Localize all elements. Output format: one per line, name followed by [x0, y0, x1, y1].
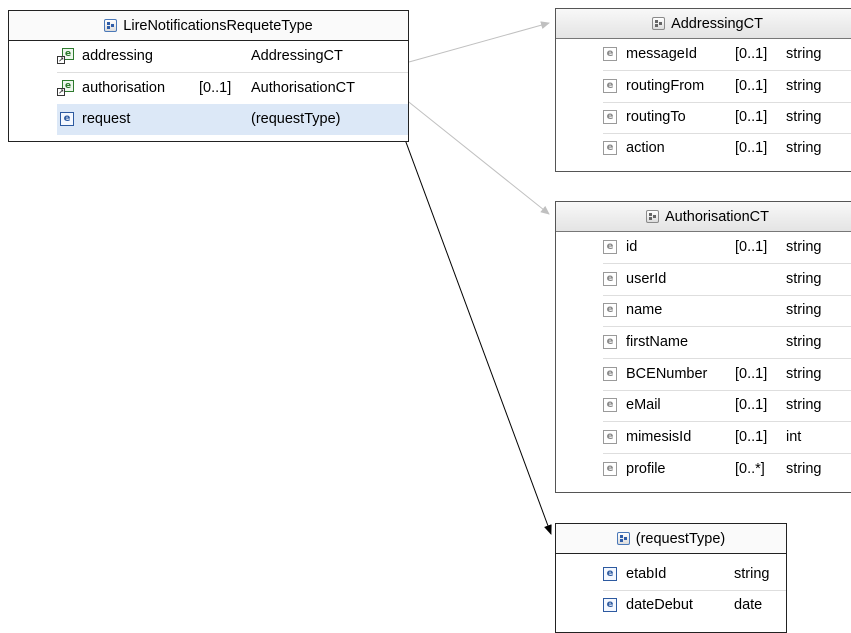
- element-name: name: [626, 302, 663, 318]
- element-name: BCENumber: [626, 366, 708, 382]
- complex-type-icon: [104, 19, 118, 32]
- type-title: (requestType): [635, 530, 726, 547]
- element-name: request: [82, 111, 131, 127]
- element-row-id[interactable]: e id [0..1] string: [603, 232, 851, 264]
- element-type: string: [786, 109, 822, 125]
- connector-addressing: [408, 21, 550, 63]
- element-occurrence: [0..1]: [735, 366, 768, 382]
- element-type: string: [786, 334, 822, 350]
- element-name: messageId: [626, 46, 697, 62]
- element-reference-icon: e ↗: [57, 80, 74, 97]
- element-icon: e: [603, 141, 617, 155]
- element-icon: e: [603, 567, 617, 581]
- element-type: string: [734, 566, 770, 582]
- type-header[interactable]: AuthorisationCT: [556, 202, 851, 232]
- element-icon: e: [603, 272, 617, 286]
- element-type: string: [786, 239, 822, 255]
- element-name: etabId: [626, 566, 667, 582]
- element-name: routingFrom: [626, 78, 705, 94]
- element-name: profile: [626, 461, 666, 477]
- element-occurrence: [0..1]: [735, 239, 768, 255]
- element-name: eMail: [626, 397, 661, 413]
- element-type: string: [786, 78, 822, 94]
- element-row-bcenumber[interactable]: e BCENumber [0..1] string: [603, 359, 851, 391]
- element-row-mimesisid[interactable]: e mimesisId [0..1] int: [603, 422, 851, 454]
- element-name: action: [626, 140, 665, 156]
- element-icon: e: [603, 398, 617, 412]
- element-name: mimesisId: [626, 429, 692, 445]
- element-name: addressing: [82, 48, 153, 64]
- complex-type-icon: [616, 532, 630, 545]
- element-occurrence: [0..1]: [735, 429, 768, 445]
- element-icon: e: [60, 112, 74, 126]
- lire-notifications-requete-type-box[interactable]: LireNotificationsRequeteType e ↗ addressi…: [8, 10, 409, 142]
- type-title: LireNotificationsRequeteType: [123, 17, 313, 34]
- element-row-action[interactable]: e action [0..1] string: [603, 133, 851, 164]
- addressing-ct-box[interactable]: AddressingCT e messageId [0..1] string e…: [555, 8, 851, 172]
- element-type: AuthorisationCT: [251, 80, 355, 96]
- authorisation-ct-box[interactable]: AuthorisationCT e id [0..1] string e use…: [555, 201, 851, 493]
- element-row-routingfrom[interactable]: e routingFrom [0..1] string: [603, 71, 851, 103]
- type-title: AuthorisationCT: [665, 208, 769, 225]
- element-row-addressing[interactable]: e ↗ addressing AddressingCT: [57, 41, 408, 73]
- element-type: string: [786, 461, 822, 477]
- element-row-messageid[interactable]: e messageId [0..1] string: [603, 39, 851, 71]
- element-type: string: [786, 271, 822, 287]
- element-row-authorisation[interactable]: e ↗ authorisation [0..1] AuthorisationCT: [57, 73, 408, 105]
- element-type: date: [734, 597, 763, 613]
- element-icon: e: [603, 335, 617, 349]
- element-type: int: [786, 429, 802, 445]
- element-icon: e: [603, 430, 617, 444]
- element-occurrence: [0..*]: [735, 461, 765, 477]
- element-icon: e: [603, 110, 617, 124]
- element-row-routingto[interactable]: e routingTo [0..1] string: [603, 102, 851, 134]
- complex-type-icon: [652, 17, 666, 30]
- element-occurrence: [0..1]: [735, 78, 768, 94]
- element-type: string: [786, 397, 822, 413]
- element-occurrence: [0..1]: [199, 80, 232, 96]
- element-type: string: [786, 366, 822, 382]
- element-name: authorisation: [82, 80, 166, 96]
- element-occurrence: [0..1]: [735, 140, 768, 156]
- element-occurrence: [0..1]: [735, 397, 768, 413]
- element-row-firstname[interactable]: e firstName string: [603, 327, 851, 359]
- element-row-datedebut[interactable]: e dateDebut date: [603, 590, 786, 621]
- element-row-userid[interactable]: e userId string: [603, 264, 851, 296]
- element-row-etabid[interactable]: e etabId string: [603, 559, 786, 591]
- element-icon: e: [603, 598, 617, 612]
- element-row-name[interactable]: e name string: [603, 295, 851, 327]
- element-name: firstName: [626, 334, 689, 350]
- type-header[interactable]: (requestType): [556, 524, 786, 554]
- element-type: (requestType): [251, 111, 341, 127]
- element-type: string: [786, 302, 822, 318]
- element-icon: e: [603, 303, 617, 317]
- element-name: dateDebut: [626, 597, 693, 613]
- element-type: string: [786, 46, 822, 62]
- connector-authorisation: [399, 94, 550, 215]
- element-row-request[interactable]: e request (requestType): [57, 104, 408, 135]
- element-icon: e: [603, 462, 617, 476]
- element-row-email[interactable]: e eMail [0..1] string: [603, 390, 851, 422]
- element-icon: e: [603, 47, 617, 61]
- element-occurrence: [0..1]: [735, 46, 768, 62]
- element-icon: e: [603, 367, 617, 381]
- element-occurrence: [0..1]: [735, 109, 768, 125]
- element-name: id: [626, 239, 638, 255]
- element-type: AddressingCT: [251, 48, 343, 64]
- element-row-profile[interactable]: e profile [0..*] string: [603, 454, 851, 485]
- element-icon: e: [603, 240, 617, 254]
- type-header[interactable]: AddressingCT: [556, 9, 851, 39]
- element-name: routingTo: [626, 109, 686, 125]
- type-header[interactable]: LireNotificationsRequeteType: [9, 11, 408, 41]
- element-name: userId: [626, 271, 667, 287]
- element-type: string: [786, 140, 822, 156]
- element-icon: e: [603, 79, 617, 93]
- type-title: AddressingCT: [671, 15, 763, 32]
- connector-request: [399, 125, 552, 535]
- complex-type-icon: [646, 210, 660, 223]
- element-reference-icon: e ↗: [57, 48, 74, 65]
